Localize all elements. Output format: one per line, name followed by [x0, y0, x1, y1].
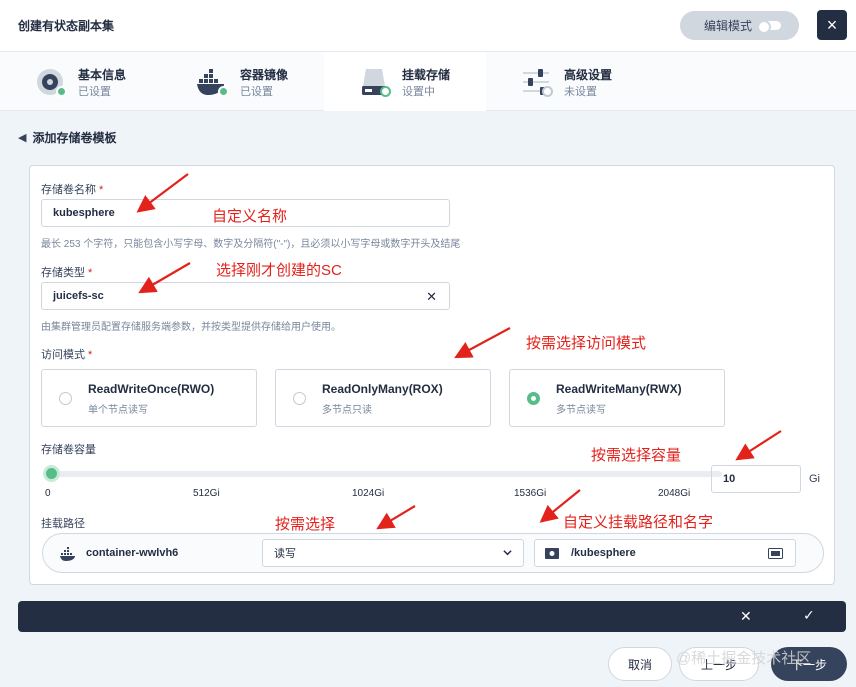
- close-icon: ×: [826, 14, 838, 35]
- access-mode-rwo[interactable]: ReadWriteOnce(RWO) 单个节点读写: [41, 369, 257, 427]
- mount-mode-select[interactable]: 读写: [262, 539, 524, 567]
- step-name: 容器镜像: [240, 68, 289, 82]
- slider-tick: 0: [45, 488, 51, 499]
- annotation-custom-path: 自定义挂载路径和名字: [563, 514, 714, 531]
- watermark: @稀土掘金技术社区: [676, 650, 812, 667]
- step-name: 基本信息: [78, 68, 127, 82]
- step-name: 挂载存储: [402, 68, 451, 82]
- status-dot: [218, 86, 229, 97]
- step-status: 已设置: [78, 86, 111, 98]
- annotation-custom-name: 自定义名称: [212, 208, 288, 225]
- step-name: 高级设置: [564, 68, 613, 82]
- slider-tick: 1536Gi: [514, 488, 547, 499]
- file-browse-icon[interactable]: [768, 548, 783, 559]
- back-label: 添加存储卷模板: [32, 131, 117, 145]
- edit-mode-toggle[interactable]: 编辑模式: [680, 11, 799, 40]
- container-name: container-wwlvh6: [86, 547, 179, 559]
- chevron-down-icon: [503, 550, 512, 556]
- back-arrow-icon: ◀: [18, 132, 27, 144]
- radio-button[interactable]: [59, 392, 72, 405]
- step-status: 已设置: [240, 86, 273, 98]
- annotation-choose-sc: 选择刚才创建的SC: [216, 262, 342, 279]
- back-link[interactable]: ◀ 添加存储卷模板: [18, 129, 116, 146]
- status-dot: [380, 86, 391, 97]
- tab-advanced-settings[interactable]: 高级设置 未设置: [486, 52, 648, 111]
- mount-path-input[interactable]: /kubesphere: [534, 539, 796, 567]
- volume-name-label: 存储卷名称 *: [41, 184, 104, 196]
- slider-tick: 512Gi: [193, 488, 220, 499]
- access-mode-label: 访问模式 *: [41, 349, 93, 361]
- edit-mode-label: 编辑模式: [704, 19, 753, 33]
- radio-button[interactable]: [293, 392, 306, 405]
- volume-template-form: 存储卷名称 * kubesphere 最长 253 个字符，只能包含小写字母、数字…: [29, 165, 835, 585]
- slider-tick: 2048Gi: [658, 488, 691, 499]
- step-tabs: 基本信息 已设置 容器镜像 已设置 挂载存储 设置中 高级设置 未设置: [0, 52, 856, 111]
- capacity-slider-track[interactable]: [48, 471, 722, 477]
- close-button[interactable]: ×: [817, 10, 847, 40]
- tab-container-image[interactable]: 容器镜像 已设置: [162, 52, 324, 111]
- volume-name-hint: 最长 253 个字符，只能包含小写字母、数字及分隔符("-")，且必须以小写字母…: [41, 239, 461, 250]
- confirm-icon[interactable]: ✓: [803, 607, 815, 624]
- clear-icon[interactable]: ✕: [426, 289, 437, 305]
- toggle-switch-icon: [757, 20, 781, 34]
- cancel-button[interactable]: 取消: [608, 647, 672, 681]
- slider-tick: 1024Gi: [352, 488, 385, 499]
- access-mode-rox[interactable]: ReadOnlyMany(ROX) 多节点只读: [275, 369, 491, 427]
- status-dot: [542, 86, 553, 97]
- capacity-label: 存储卷容量: [41, 444, 96, 456]
- step-status: 未设置: [564, 86, 597, 98]
- capacity-slider-handle[interactable]: [43, 465, 61, 482]
- annotation-choose-capacity: 按需选择容量: [591, 447, 682, 464]
- modal-header: 创建有状态副本集 编辑模式 ×: [0, 0, 856, 52]
- radio-button-selected[interactable]: [527, 392, 540, 405]
- disk-icon: [545, 548, 559, 559]
- annotation-choose-access: 按需选择访问模式: [526, 335, 647, 352]
- storage-class-hint: 由集群管理员配置存储服务端参数，并按类型提供存储给用户使用。: [41, 322, 341, 333]
- modal-title: 创建有状态副本集: [18, 19, 115, 33]
- storage-class-select[interactable]: juicefs-sc ✕: [41, 282, 450, 310]
- tab-basic-info[interactable]: 基本信息 已设置: [0, 52, 162, 111]
- cancel-icon[interactable]: ✕: [740, 608, 752, 625]
- capacity-input[interactable]: 10: [711, 465, 801, 493]
- status-dot: [56, 86, 67, 97]
- docker-whale-icon: [60, 547, 75, 561]
- mount-path-label: 挂载路径: [41, 518, 85, 530]
- template-action-bar: ✕ ✓: [18, 601, 846, 632]
- access-mode-rwx[interactable]: ReadWriteMany(RWX) 多节点读写: [509, 369, 725, 427]
- step-status: 设置中: [402, 86, 435, 98]
- capacity-unit: Gi: [809, 473, 820, 485]
- storage-class-label: 存储类型 *: [41, 267, 93, 279]
- tab-mount-storage[interactable]: 挂载存储 设置中: [324, 52, 486, 111]
- mount-path-row: container-wwlvh6 读写 /kubesphere: [42, 533, 824, 573]
- annotation-choose: 按需选择: [275, 516, 336, 533]
